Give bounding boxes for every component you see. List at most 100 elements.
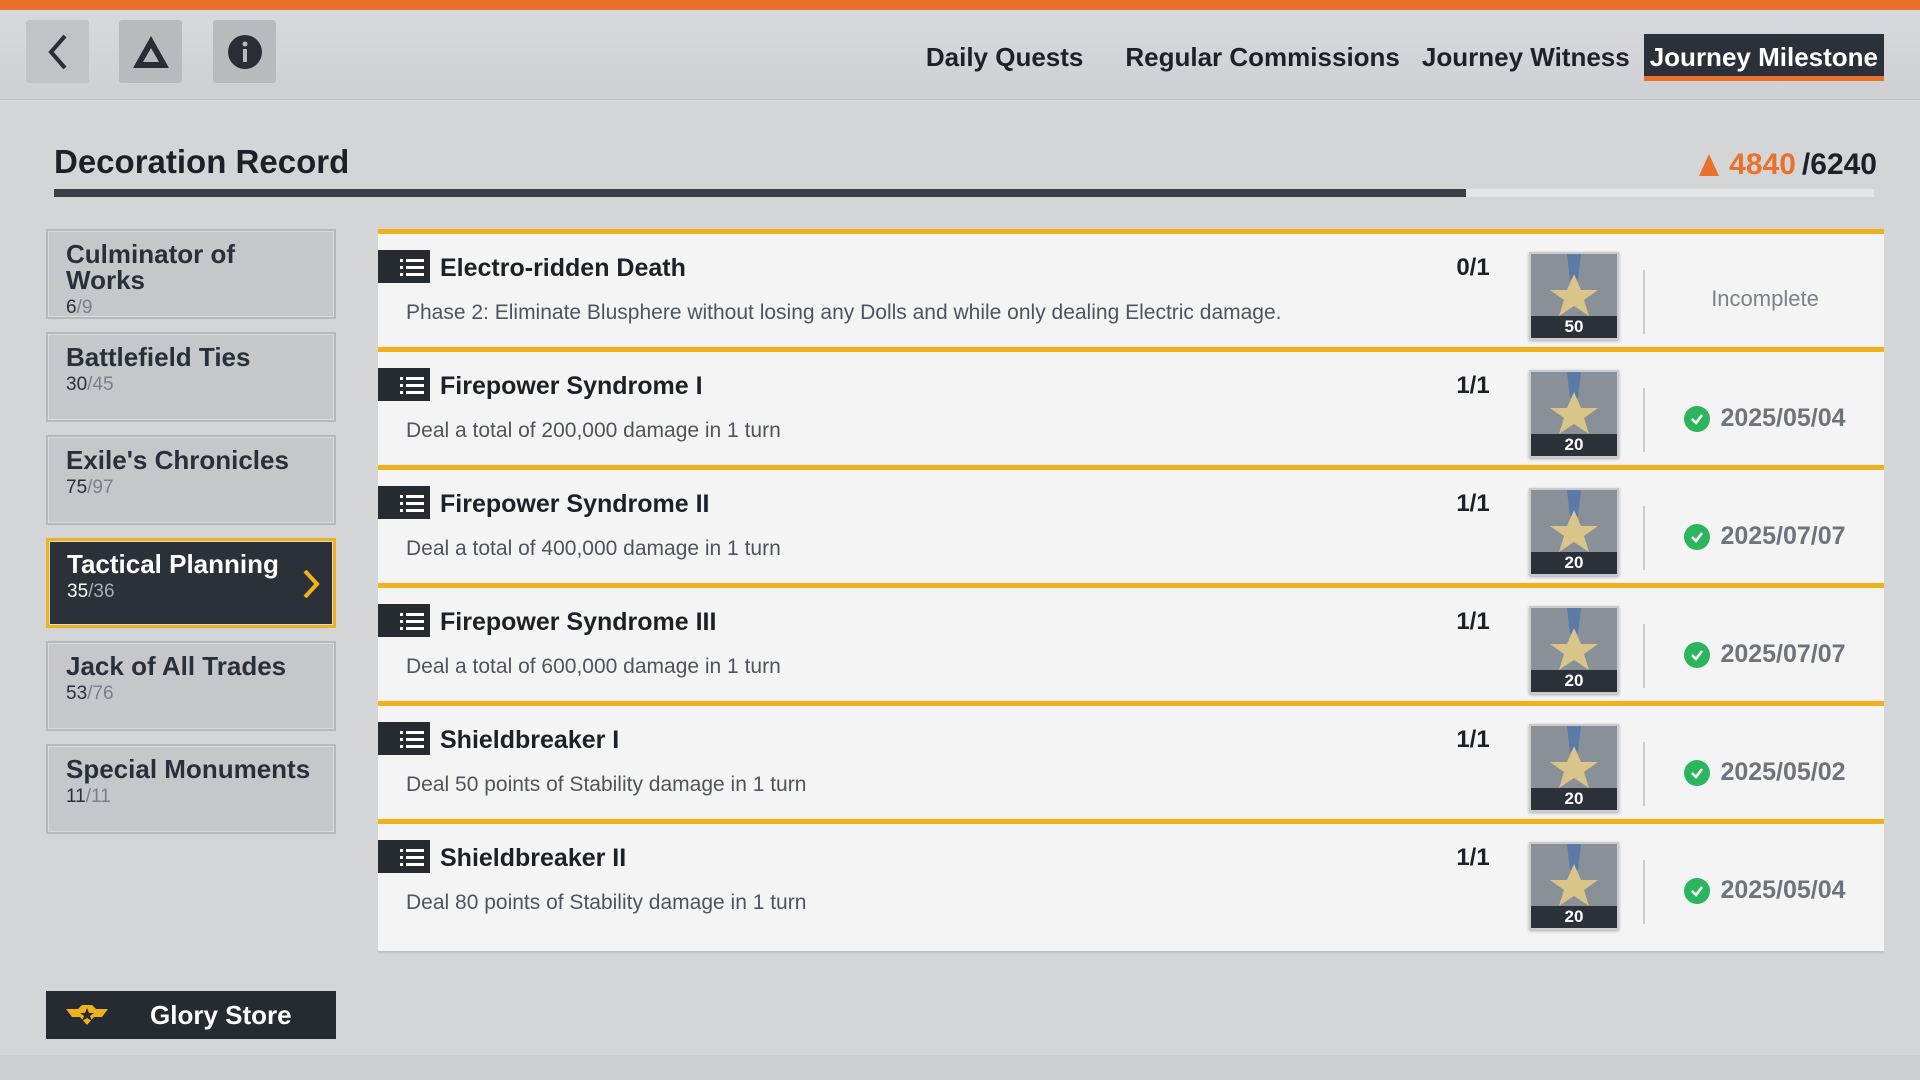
glory-emblem-icon (66, 1005, 108, 1025)
card-divider (1643, 270, 1645, 334)
category-exiles-chronicles[interactable]: Exile's Chronicles 75/97 (46, 435, 336, 525)
quest-card[interactable]: Firepower Syndrome III 1/1 Deal a total … (378, 583, 1884, 715)
quest-description: Deal 80 points of Stability damage in 1 … (406, 891, 807, 914)
page-title: Decoration Record (54, 143, 350, 180)
score-current: 4840 (1729, 148, 1796, 181)
reward-amount: 20 (1531, 552, 1617, 574)
top-bar: Daily Quests Regular Commissions Journey… (0, 10, 1920, 100)
quest-status: 2025/07/07 (1646, 522, 1884, 551)
category-count: 53/76 (66, 683, 114, 704)
quest-description: Deal a total of 200,000 damage in 1 turn (406, 419, 781, 442)
category-name: Exile's Chronicles (66, 445, 289, 475)
category-jack-of-all-trades[interactable]: Jack of All Trades 53/76 (46, 641, 336, 731)
list-icon (378, 486, 430, 519)
category-name: Jack of All Trades (66, 651, 287, 681)
check-icon (1684, 877, 1711, 904)
category-name: Culminator of Works (66, 239, 235, 295)
quest-card[interactable]: Firepower Syndrome II 1/1 Deal a total o… (378, 465, 1884, 597)
list-icon (378, 840, 430, 873)
quest-title: Electro-ridden Death (440, 254, 686, 282)
quest-list[interactable]: Electro-ridden Death 0/1 Phase 2: Elimin… (378, 229, 1884, 1037)
card-divider (1643, 506, 1645, 570)
quest-progress: 1/1 (1456, 726, 1490, 753)
quest-title: Firepower Syndrome I (440, 372, 703, 400)
overall-progress-fill (54, 189, 1467, 197)
top-accent-bar (0, 0, 1920, 10)
category-special-monuments[interactable]: Special Monuments 11/11 (46, 744, 336, 834)
quest-status: Incomplete (1711, 286, 1819, 311)
glory-store-label: Glory Store (150, 999, 292, 1030)
quest-description: Deal 50 points of Stability damage in 1 … (406, 773, 807, 796)
quest-status: 2025/05/02 (1646, 758, 1884, 787)
category-name: Tactical Planning (67, 549, 279, 579)
back-arrow-icon (47, 34, 67, 69)
quest-card[interactable]: Shieldbreaker I 1/1 Deal 50 points of St… (378, 701, 1884, 833)
card-divider (1643, 388, 1645, 452)
info-button[interactable] (213, 20, 276, 83)
medal-icon[interactable]: 20 (1529, 488, 1619, 576)
medal-icon[interactable]: 50 (1529, 252, 1619, 340)
tab-daily-quests[interactable]: Daily Quests (920, 34, 1090, 81)
category-sidebar: Culminator of Works 6/9 Battlefield Ties… (46, 229, 336, 847)
quest-progress: 1/1 (1456, 490, 1490, 517)
reward-amount: 20 (1531, 670, 1617, 692)
quest-progress: 1/1 (1456, 608, 1490, 635)
check-icon (1684, 405, 1711, 432)
category-tactical-planning[interactable]: Tactical Planning 35/36 (46, 538, 336, 628)
quest-card[interactable]: Firepower Syndrome I 1/1 Deal a total of… (378, 347, 1884, 479)
tab-regular-commissions[interactable]: Regular Commissions (1119, 34, 1406, 81)
check-icon (1684, 641, 1711, 668)
quest-card[interactable]: Shieldbreaker II 1/1 Deal 80 points of S… (378, 819, 1884, 951)
check-icon (1684, 523, 1711, 550)
chevron-right-icon (303, 569, 320, 599)
logo-triangle-icon (132, 35, 169, 68)
list-icon (378, 722, 430, 755)
list-icon (378, 368, 430, 401)
tab-journey-milestone[interactable]: Journey Milestone (1643, 34, 1884, 81)
list-icon (378, 604, 430, 637)
quest-title: Firepower Syndrome II (440, 490, 710, 518)
check-icon (1684, 759, 1711, 786)
nav-tabs: Daily Quests Regular Commissions Journey… (890, 34, 1884, 81)
category-culminator-of-works[interactable]: Culminator of Works 6/9 (46, 229, 336, 319)
category-count: 75/97 (66, 477, 114, 498)
quest-status: 2025/07/07 (1646, 640, 1884, 669)
reward-amount: 20 (1531, 788, 1617, 810)
flame-score-icon (1699, 154, 1720, 176)
card-divider (1643, 860, 1645, 924)
quest-progress: 1/1 (1456, 844, 1490, 871)
glory-store-button[interactable]: Glory Store (46, 991, 336, 1039)
quest-description: Deal a total of 600,000 damage in 1 turn (406, 655, 781, 678)
reward-amount: 20 (1531, 434, 1617, 456)
reward-amount: 20 (1531, 906, 1617, 928)
quest-title: Shieldbreaker II (440, 844, 627, 872)
category-name: Battlefield Ties (66, 342, 251, 372)
quest-title: Shieldbreaker I (440, 726, 620, 754)
medal-icon[interactable]: 20 (1529, 842, 1619, 930)
category-count: 6/9 (66, 297, 93, 318)
card-divider (1643, 742, 1645, 806)
score-display: 4840/6240 (1695, 148, 1877, 182)
quest-progress: 1/1 (1456, 372, 1490, 399)
reward-amount: 50 (1531, 316, 1617, 338)
medal-icon[interactable]: 20 (1529, 724, 1619, 812)
overall-progress-bar (54, 189, 1874, 197)
quest-description: Phase 2: Eliminate Blusphere without los… (406, 301, 1282, 324)
category-name: Special Monuments (66, 754, 311, 784)
quest-card[interactable]: Electro-ridden Death 0/1 Phase 2: Elimin… (378, 229, 1884, 361)
category-battlefield-ties[interactable]: Battlefield Ties 30/45 (46, 332, 336, 422)
quest-title: Firepower Syndrome III (440, 608, 717, 636)
back-button[interactable] (26, 20, 89, 83)
category-count: 30/45 (66, 374, 114, 395)
category-count: 35/36 (67, 581, 115, 602)
tab-journey-witness[interactable]: Journey Witness (1416, 34, 1636, 81)
quest-progress: 0/1 (1456, 254, 1490, 281)
medal-icon[interactable]: 20 (1529, 606, 1619, 694)
quest-status: 2025/05/04 (1646, 876, 1884, 905)
quest-status: 2025/05/04 (1646, 404, 1884, 433)
medal-icon[interactable]: 20 (1529, 370, 1619, 458)
score-total: /6240 (1801, 148, 1877, 181)
home-logo-button[interactable] (119, 20, 182, 83)
info-icon (227, 34, 262, 69)
bottom-strip (0, 1055, 1920, 1080)
